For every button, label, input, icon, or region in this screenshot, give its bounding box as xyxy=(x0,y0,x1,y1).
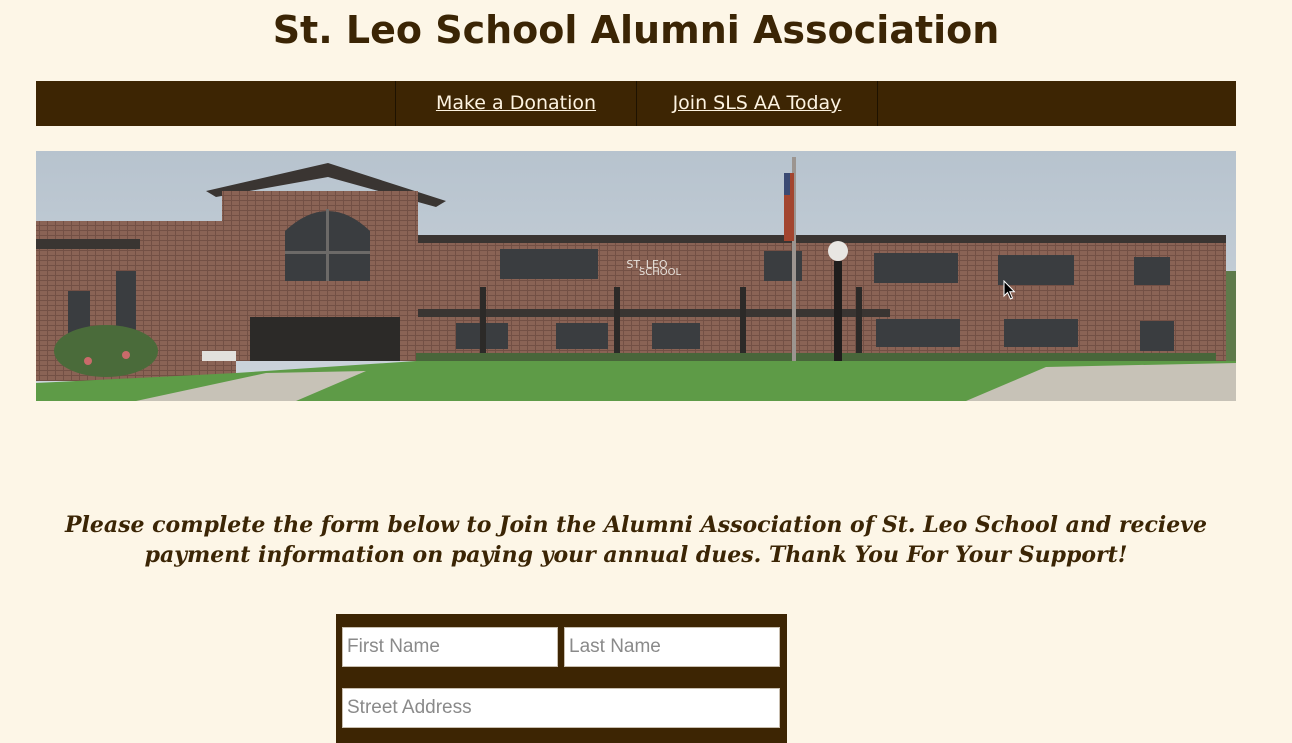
intro-text: Please complete the form below to Join t… xyxy=(64,512,1208,568)
school-building-photo: ST. LEO SCHOOL xyxy=(36,151,1236,401)
join-today-link[interactable]: Join SLS AA Today xyxy=(636,81,878,126)
membership-form xyxy=(336,614,787,743)
street-address-input[interactable] xyxy=(342,688,780,728)
sign-line2: SCHOOL xyxy=(639,267,682,278)
make-donation-link[interactable]: Make a Donation xyxy=(395,81,636,126)
last-name-input[interactable] xyxy=(564,627,780,667)
nav-bar: Make a Donation Join SLS AA Today xyxy=(36,81,1236,126)
first-name-input[interactable] xyxy=(342,627,558,667)
mouse-pointer-icon xyxy=(1003,280,1016,300)
page-title: St. Leo School Alumni Association xyxy=(272,8,1000,52)
